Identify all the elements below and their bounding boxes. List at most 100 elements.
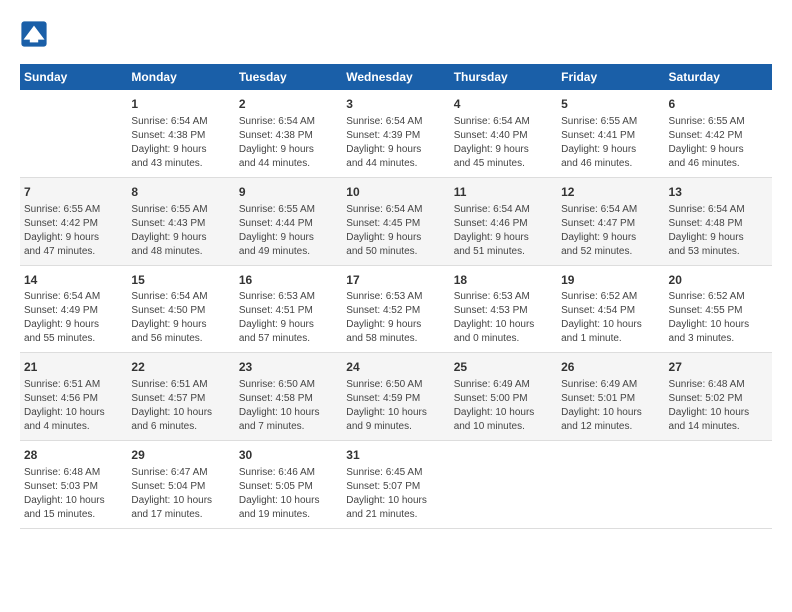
day-number: 12 <box>561 184 660 201</box>
day-info: Sunrise: 6:54 AM Sunset: 4:49 PM Dayligh… <box>24 290 123 346</box>
day-number: 18 <box>454 272 553 289</box>
day-info: Sunrise: 6:54 AM Sunset: 4:38 PM Dayligh… <box>131 115 230 171</box>
day-number: 23 <box>239 359 338 376</box>
day-number: 7 <box>24 184 123 201</box>
day-info: Sunrise: 6:54 AM Sunset: 4:45 PM Dayligh… <box>346 203 445 259</box>
day-number: 25 <box>454 359 553 376</box>
day-info: Sunrise: 6:55 AM Sunset: 4:44 PM Dayligh… <box>239 203 338 259</box>
day-number: 4 <box>454 96 553 113</box>
calendar-header: SundayMondayTuesdayWednesdayThursdayFrid… <box>20 64 772 90</box>
day-info: Sunrise: 6:54 AM Sunset: 4:47 PM Dayligh… <box>561 203 660 259</box>
day-info: Sunrise: 6:45 AM Sunset: 5:07 PM Dayligh… <box>346 466 445 522</box>
calendar-cell: 25 Sunrise: 6:49 AM Sunset: 5:00 PM Dayli… <box>450 353 557 441</box>
day-number: 30 <box>239 447 338 464</box>
header-cell-saturday: Saturday <box>665 64 772 90</box>
day-info: Sunrise: 6:47 AM Sunset: 5:04 PM Dayligh… <box>131 466 230 522</box>
day-number: 3 <box>346 96 445 113</box>
week-row-3: 14Sunrise: 6:54 AM Sunset: 4:49 PM Dayli… <box>20 265 772 353</box>
calendar-cell: 9 Sunrise: 6:55 AM Sunset: 4:44 PM Daylig… <box>235 177 342 265</box>
header-cell-tuesday: Tuesday <box>235 64 342 90</box>
calendar-cell: 16Sunrise: 6:53 AM Sunset: 4:51 PM Dayli… <box>235 265 342 353</box>
day-number: 22 <box>131 359 230 376</box>
day-info: Sunrise: 6:53 AM Sunset: 4:52 PM Dayligh… <box>346 290 445 346</box>
calendar-cell: 24 Sunrise: 6:50 AM Sunset: 4:59 PM Dayli… <box>342 353 449 441</box>
day-info: Sunrise: 6:51 AM Sunset: 4:57 PM Dayligh… <box>131 378 230 434</box>
logo <box>20 20 52 48</box>
header-cell-friday: Friday <box>557 64 664 90</box>
day-info: Sunrise: 6:54 AM Sunset: 4:39 PM Dayligh… <box>346 115 445 171</box>
day-number: 10 <box>346 184 445 201</box>
calendar-cell: 31Sunrise: 6:45 AM Sunset: 5:07 PM Dayli… <box>342 441 449 529</box>
week-row-4: 21 Sunrise: 6:51 AM Sunset: 4:56 PM Dayli… <box>20 353 772 441</box>
week-row-1: 1 Sunrise: 6:54 AM Sunset: 4:38 PM Daylig… <box>20 90 772 177</box>
header-cell-thursday: Thursday <box>450 64 557 90</box>
day-number: 5 <box>561 96 660 113</box>
day-number: 15 <box>131 272 230 289</box>
calendar-cell: 4 Sunrise: 6:54 AM Sunset: 4:40 PM Daylig… <box>450 90 557 177</box>
header-cell-monday: Monday <box>127 64 234 90</box>
calendar-cell: 2Sunrise: 6:54 AM Sunset: 4:38 PM Daylig… <box>235 90 342 177</box>
day-info: Sunrise: 6:54 AM Sunset: 4:46 PM Dayligh… <box>454 203 553 259</box>
calendar-cell: 11 Sunrise: 6:54 AM Sunset: 4:46 PM Dayli… <box>450 177 557 265</box>
day-number: 27 <box>669 359 768 376</box>
calendar-cell: 18Sunrise: 6:53 AM Sunset: 4:53 PM Dayli… <box>450 265 557 353</box>
header-cell-wednesday: Wednesday <box>342 64 449 90</box>
calendar-cell: 1 Sunrise: 6:54 AM Sunset: 4:38 PM Daylig… <box>127 90 234 177</box>
calendar-cell: 30 Sunrise: 6:46 AM Sunset: 5:05 PM Dayli… <box>235 441 342 529</box>
day-number: 26 <box>561 359 660 376</box>
day-info: Sunrise: 6:48 AM Sunset: 5:02 PM Dayligh… <box>669 378 768 434</box>
calendar-table: SundayMondayTuesdayWednesdayThursdayFrid… <box>20 64 772 529</box>
day-info: Sunrise: 6:51 AM Sunset: 4:56 PM Dayligh… <box>24 378 123 434</box>
calendar-cell: 12 Sunrise: 6:54 AM Sunset: 4:47 PM Dayli… <box>557 177 664 265</box>
day-number: 21 <box>24 359 123 376</box>
day-number: 11 <box>454 184 553 201</box>
day-info: Sunrise: 6:52 AM Sunset: 4:54 PM Dayligh… <box>561 290 660 346</box>
calendar-cell <box>665 441 772 529</box>
day-number: 6 <box>669 96 768 113</box>
day-info: Sunrise: 6:53 AM Sunset: 4:53 PM Dayligh… <box>454 290 553 346</box>
calendar-cell: 20Sunrise: 6:52 AM Sunset: 4:55 PM Dayli… <box>665 265 772 353</box>
calendar-cell: 21 Sunrise: 6:51 AM Sunset: 4:56 PM Dayli… <box>20 353 127 441</box>
day-info: Sunrise: 6:55 AM Sunset: 4:42 PM Dayligh… <box>24 203 123 259</box>
day-info: Sunrise: 6:50 AM Sunset: 4:58 PM Dayligh… <box>239 378 338 434</box>
day-info: Sunrise: 6:49 AM Sunset: 5:01 PM Dayligh… <box>561 378 660 434</box>
calendar-cell: 3 Sunrise: 6:54 AM Sunset: 4:39 PM Daylig… <box>342 90 449 177</box>
calendar-cell: 19Sunrise: 6:52 AM Sunset: 4:54 PM Dayli… <box>557 265 664 353</box>
day-info: Sunrise: 6:53 AM Sunset: 4:51 PM Dayligh… <box>239 290 338 346</box>
day-info: Sunrise: 6:55 AM Sunset: 4:41 PM Dayligh… <box>561 115 660 171</box>
day-info: Sunrise: 6:54 AM Sunset: 4:40 PM Dayligh… <box>454 115 553 171</box>
calendar-cell: 17Sunrise: 6:53 AM Sunset: 4:52 PM Dayli… <box>342 265 449 353</box>
calendar-cell: 22 Sunrise: 6:51 AM Sunset: 4:57 PM Dayli… <box>127 353 234 441</box>
day-number: 1 <box>131 96 230 113</box>
week-row-2: 7 Sunrise: 6:55 AM Sunset: 4:42 PM Daylig… <box>20 177 772 265</box>
calendar-cell: 13Sunrise: 6:54 AM Sunset: 4:48 PM Dayli… <box>665 177 772 265</box>
day-info: Sunrise: 6:49 AM Sunset: 5:00 PM Dayligh… <box>454 378 553 434</box>
calendar-cell: 8 Sunrise: 6:55 AM Sunset: 4:43 PM Daylig… <box>127 177 234 265</box>
day-info: Sunrise: 6:55 AM Sunset: 4:42 PM Dayligh… <box>669 115 768 171</box>
calendar-cell: 27 Sunrise: 6:48 AM Sunset: 5:02 PM Dayli… <box>665 353 772 441</box>
day-info: Sunrise: 6:52 AM Sunset: 4:55 PM Dayligh… <box>669 290 768 346</box>
calendar-cell: 10 Sunrise: 6:54 AM Sunset: 4:45 PM Dayli… <box>342 177 449 265</box>
calendar-body: 1 Sunrise: 6:54 AM Sunset: 4:38 PM Daylig… <box>20 90 772 528</box>
calendar-cell: 5 Sunrise: 6:55 AM Sunset: 4:41 PM Daylig… <box>557 90 664 177</box>
calendar-cell <box>450 441 557 529</box>
day-info: Sunrise: 6:50 AM Sunset: 4:59 PM Dayligh… <box>346 378 445 434</box>
calendar-cell: 29Sunrise: 6:47 AM Sunset: 5:04 PM Dayli… <box>127 441 234 529</box>
calendar-cell: 28Sunrise: 6:48 AM Sunset: 5:03 PM Dayli… <box>20 441 127 529</box>
calendar-cell: 15Sunrise: 6:54 AM Sunset: 4:50 PM Dayli… <box>127 265 234 353</box>
calendar-cell <box>20 90 127 177</box>
day-number: 9 <box>239 184 338 201</box>
day-info: Sunrise: 6:55 AM Sunset: 4:43 PM Dayligh… <box>131 203 230 259</box>
calendar-cell: 6 Sunrise: 6:55 AM Sunset: 4:42 PM Daylig… <box>665 90 772 177</box>
day-info: Sunrise: 6:46 AM Sunset: 5:05 PM Dayligh… <box>239 466 338 522</box>
day-number: 8 <box>131 184 230 201</box>
calendar-cell: 23 Sunrise: 6:50 AM Sunset: 4:58 PM Dayli… <box>235 353 342 441</box>
day-number: 20 <box>669 272 768 289</box>
header-cell-sunday: Sunday <box>20 64 127 90</box>
day-number: 2 <box>239 96 338 113</box>
week-row-5: 28Sunrise: 6:48 AM Sunset: 5:03 PM Dayli… <box>20 441 772 529</box>
day-number: 24 <box>346 359 445 376</box>
header-row: SundayMondayTuesdayWednesdayThursdayFrid… <box>20 64 772 90</box>
calendar-cell <box>557 441 664 529</box>
logo-icon <box>20 20 48 48</box>
